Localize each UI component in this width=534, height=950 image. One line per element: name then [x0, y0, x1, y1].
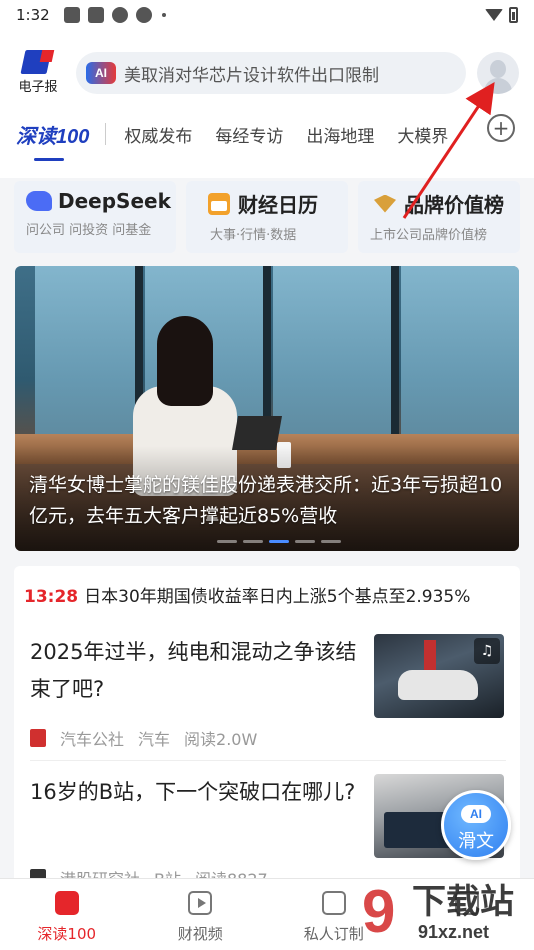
active-tab-indicator	[34, 157, 64, 161]
banner-caption: 清华女博士掌舵的镁佳股份递表港交所：近3年亏损超10亿元，去年五大客户撑起近85…	[29, 474, 503, 527]
article-source: 汽车公社	[60, 730, 125, 749]
card-subtitle: 大事·行情·数据	[210, 228, 297, 243]
battery-icon	[509, 7, 518, 23]
play-icon	[188, 891, 213, 915]
article-item[interactable]: 2025年过半，纯电和混动之争该结束了吧? ♫ 汽车公社 汽车 阅读2.0W	[30, 634, 506, 764]
carousel-dot[interactable]	[321, 540, 341, 543]
headphones-icon[interactable]: ♫	[474, 638, 500, 664]
card-title: 品牌价值榜	[404, 193, 504, 217]
search-bar[interactable]: AI 美取消对华芯片设计软件出口限制	[76, 52, 466, 94]
more-notifications-icon	[161, 13, 166, 17]
notification-icon	[111, 7, 128, 23]
app-header: 电子报 AI 美取消对华芯片设计软件出口限制 深读100 权威发布 每经专访 出…	[0, 30, 534, 178]
deepseek-icon	[26, 191, 52, 211]
flash-time: 13:28	[24, 587, 79, 607]
deepseek-card[interactable]: DeepSeek 问公司 问投资 问基金	[14, 181, 176, 253]
calendar-icon	[208, 192, 230, 215]
status-time: 1:32	[16, 6, 50, 24]
ai-badge-icon: AI	[461, 805, 491, 823]
watermark-digit: 9	[362, 878, 396, 945]
wifi-icon	[485, 9, 503, 21]
tab-overseas[interactable]: 出海地理	[306, 122, 374, 147]
nav-video[interactable]: 财视频	[134, 879, 268, 950]
finance-calendar-card[interactable]: 财经日历 大事·行情·数据	[186, 181, 348, 253]
carousel-dot[interactable]	[295, 540, 315, 543]
add-channel-icon[interactable]: +	[487, 114, 515, 142]
ai-summary-button[interactable]: AI 滑文	[441, 790, 511, 860]
carousel-dot-active[interactable]	[269, 540, 289, 543]
card-title: 财经日历	[238, 193, 318, 217]
brand-value-card[interactable]: 品牌价值榜 上市公司品牌价值榜	[358, 181, 520, 253]
watermark-text: 下载站	[412, 882, 514, 922]
nav-label: 财视频	[177, 925, 223, 943]
headline-banner[interactable]: 清华女博士掌舵的镁佳股份递表港交所：近3年亏损超10亿元，去年五大客户撑起近85…	[15, 266, 519, 551]
feed-divider	[30, 760, 506, 761]
ai-button-label: 滑文	[458, 831, 494, 852]
article-meta: 汽车公社 汽车 阅读2.0W	[30, 726, 257, 750]
user-avatar-button[interactable]	[477, 52, 519, 94]
quick-entry-cards: DeepSeek 问公司 问投资 问基金 财经日历 大事·行情·数据 品牌价值榜…	[0, 178, 534, 260]
nav-label: 深读100	[37, 925, 97, 943]
article-title: 2025年过半，纯电和混动之争该结束了吧?	[30, 640, 357, 701]
nav-shendu100[interactable]: 深读100	[0, 879, 134, 950]
search-placeholder: 美取消对华芯片设计软件出口限制	[124, 65, 379, 86]
logo-label: 电子报	[18, 80, 58, 95]
notification-icon	[63, 7, 80, 23]
tab-interview[interactable]: 每经专访	[215, 122, 283, 147]
ai-search-icon: AI	[86, 62, 116, 84]
article-title: 16岁的B站，下一个突破口在哪儿?	[30, 780, 356, 804]
watermark-url: 91xz.net	[418, 922, 490, 942]
flash-news[interactable]: 13:28 日本30年期国债收益率日内上涨5个基点至2.935%	[24, 582, 470, 607]
card-subtitle: 上市公司品牌价值榜	[370, 228, 488, 243]
notification-icon	[87, 7, 104, 23]
logo-mark-icon	[19, 48, 57, 74]
carousel-dot[interactable]	[243, 540, 263, 543]
article-category: 汽车	[138, 730, 171, 749]
newspaper-logo[interactable]: 电子报	[14, 48, 62, 95]
status-bar: 1:32	[0, 0, 534, 30]
channel-tabs: 深读100 权威发布 每经专访 出海地理 大模界 +	[0, 114, 534, 161]
card-subtitle: 问公司 问投资 问基金	[26, 223, 152, 238]
tab-fade	[440, 114, 486, 154]
brand-icon	[374, 194, 396, 213]
article-reads: 阅读2.0W	[184, 730, 258, 749]
card-title: DeepSeek	[58, 189, 171, 213]
tab-authority[interactable]: 权威发布	[124, 122, 192, 147]
flash-text: 日本30年期国债收益率日内上涨5个基点至2.935%	[84, 587, 471, 607]
notification-icon	[135, 7, 152, 23]
source-icon	[30, 729, 46, 747]
shendu-icon	[54, 891, 79, 915]
article-thumbnail: ♫	[374, 634, 504, 718]
carousel-dot[interactable]	[217, 540, 237, 543]
site-watermark: 9 下载站 91xz.net	[362, 882, 532, 948]
tab-shendu100[interactable]: 深读100	[16, 120, 89, 161]
trend-chart-icon	[321, 891, 346, 915]
carousel-dots	[217, 540, 341, 543]
article-item[interactable]: 16岁的B站，下一个突破口在哪儿? 港股研究社 B站 阅读8827	[30, 774, 506, 886]
tab-divider	[105, 123, 107, 145]
